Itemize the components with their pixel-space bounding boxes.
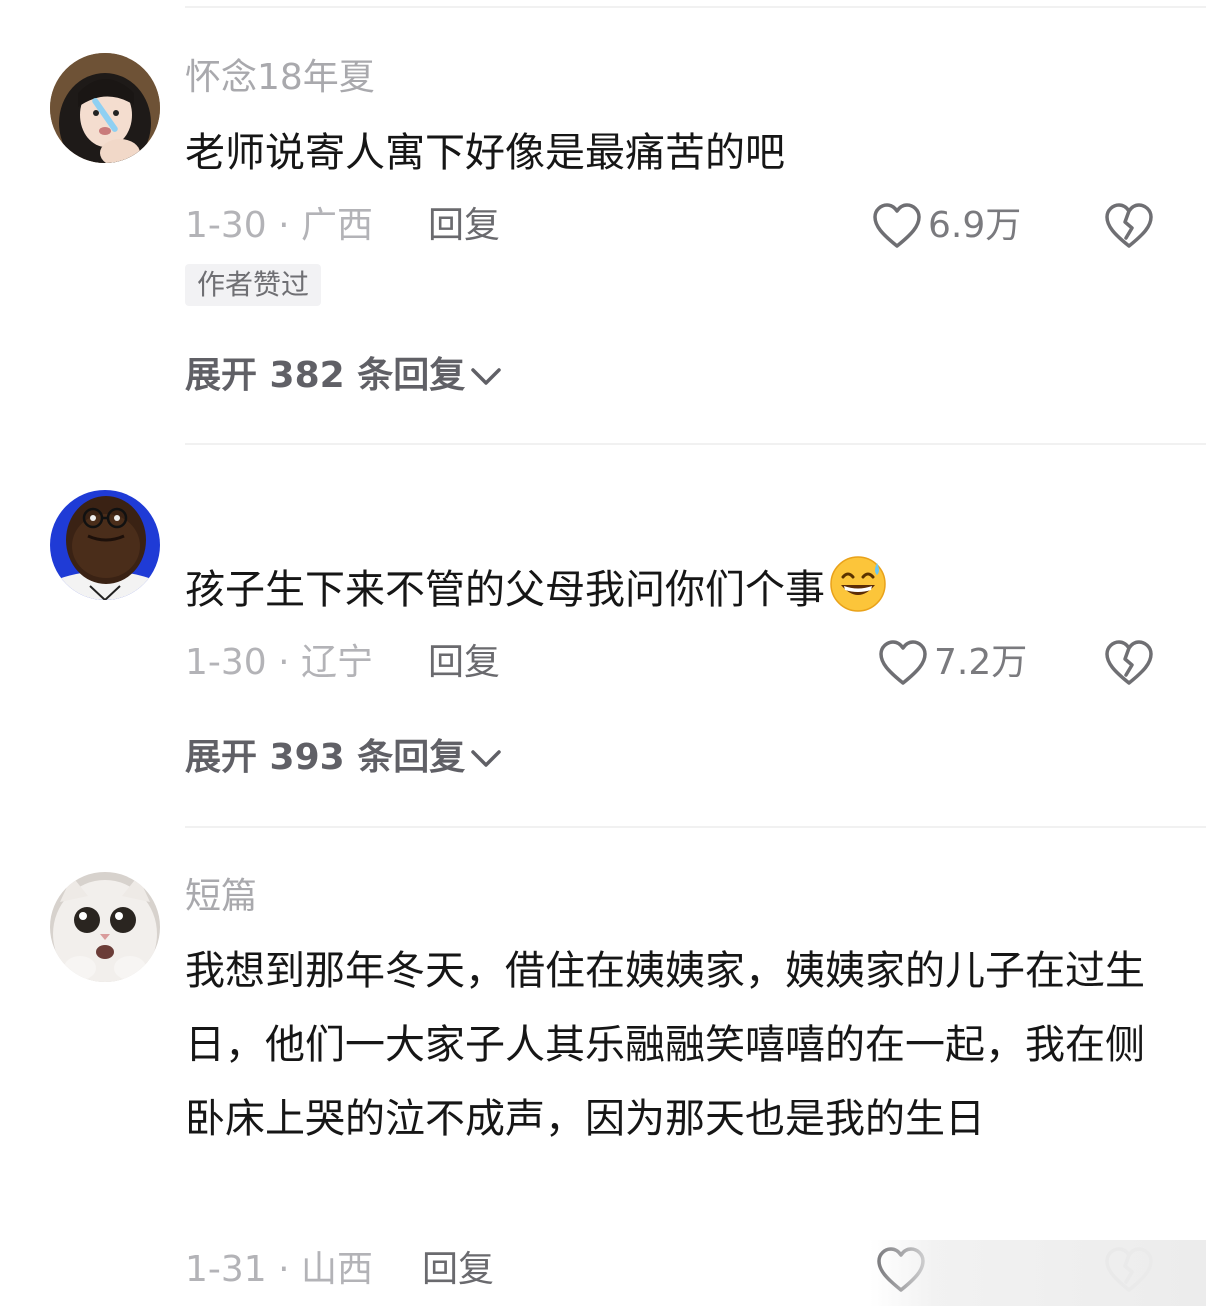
like-button[interactable]: 7.2万 (878, 639, 1027, 687)
chevron-down-icon (471, 750, 501, 767)
comment-date-location: 1-31 · 山西 (185, 1249, 374, 1290)
comment-text: 孩子生下来不管的父母我问你们个事 (185, 553, 1145, 627)
watermark-overlay (870, 1240, 1206, 1306)
grinning-sweat-emoji-icon (830, 556, 886, 612)
reply-button[interactable]: 回复 (428, 641, 500, 685)
expand-replies-label: 展开 393 条回复 (185, 737, 466, 778)
author-liked-badge: 作者赞过 (185, 264, 322, 306)
broken-heart-icon[interactable] (1104, 639, 1154, 687)
reply-button[interactable]: 回复 (428, 204, 500, 248)
avatar[interactable] (50, 53, 160, 163)
like-count: 7.2万 (934, 642, 1028, 683)
heart-outline-icon (879, 640, 927, 685)
avatar[interactable] (50, 872, 160, 982)
divider (185, 443, 1206, 445)
avatar[interactable] (50, 490, 160, 600)
expand-replies-button[interactable]: 展开 393 条回复 (185, 736, 503, 780)
broken-heart-icon[interactable] (1104, 202, 1154, 250)
comment-text: 老师说寄人寓下好像是最痛苦的吧 (185, 130, 785, 176)
chevron-down-icon (471, 368, 501, 385)
like-count: 6.9万 (928, 205, 1022, 246)
comment-date-location: 1-30 · 广西 (185, 205, 374, 246)
divider-top (185, 6, 1206, 8)
heart-outline-icon (873, 203, 921, 248)
like-button[interactable]: 6.9万 (872, 202, 1021, 250)
expand-replies-button[interactable]: 展开 382 条回复 (185, 354, 503, 398)
expand-replies-label: 展开 382 条回复 (185, 355, 466, 396)
reply-button[interactable]: 回复 (422, 1248, 494, 1292)
comment-text-content: 孩子生下来不管的父母我问你们个事 (185, 567, 825, 613)
username[interactable]: 怀念18年夏 (185, 56, 375, 100)
comment-date-location: 1-30 · 辽宁 (185, 642, 374, 683)
username[interactable]: 短篇 (185, 875, 257, 919)
comment-text: 我想到那年冬天，借住在姨姨家，姨姨家的儿子在过生日，他们一大家子人其乐融融笑嘻嘻… (185, 948, 1145, 1142)
divider (185, 826, 1206, 828)
